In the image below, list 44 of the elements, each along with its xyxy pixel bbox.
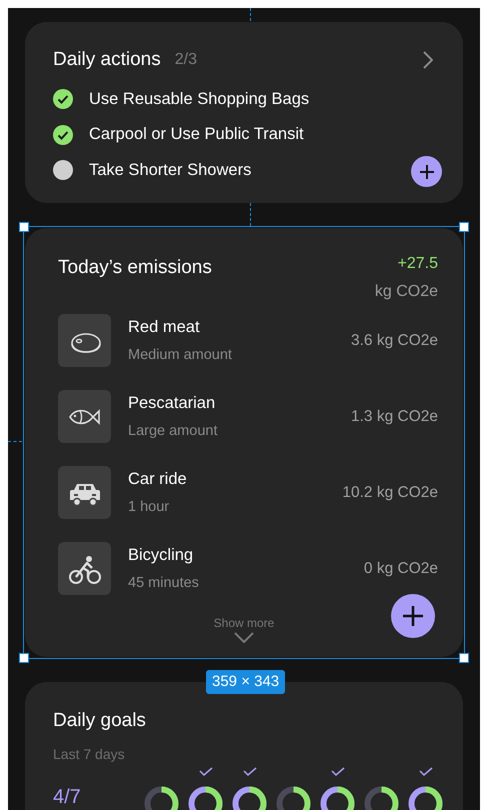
action-label: Use Reusable Shopping Bags	[89, 88, 310, 110]
show-more-link[interactable]: Show more	[214, 614, 274, 632]
chevron-down-icon[interactable]	[234, 632, 254, 643]
check-icon	[198, 766, 212, 776]
add-button[interactable]	[391, 594, 435, 638]
item-emissions: 10.2 kg CO2e	[342, 482, 438, 503]
item-name: Pescatarian	[128, 392, 216, 414]
item-detail: 1 hour	[128, 498, 170, 516]
subtitle: Last 7 days	[53, 744, 126, 764]
cyclist-icon	[68, 554, 102, 584]
checkbox[interactable]	[53, 124, 73, 145]
item-emissions: 3.6 kg CO2e	[350, 330, 438, 351]
resize-handle[interactable]	[19, 653, 29, 663]
item-name: Car ride	[128, 468, 187, 490]
resize-handle[interactable]	[459, 653, 469, 663]
goal-score: 4/7	[53, 784, 81, 808]
card-title: Daily actions	[53, 48, 161, 72]
check-icon	[242, 766, 256, 776]
progress-count: 2/3	[174, 50, 197, 70]
item-detail: 45 minutes	[128, 574, 199, 592]
item-emissions: 0 kg CO2e	[364, 558, 438, 579]
resize-handle[interactable]	[19, 222, 29, 232]
action-label: Carpool or Use Public Transit	[89, 124, 304, 146]
item-name: Red meat	[128, 316, 201, 338]
card-title: Today’s emissions	[58, 256, 212, 280]
fish-icon	[69, 406, 100, 426]
item-detail: Large amount	[128, 422, 218, 440]
resize-handle[interactable]	[459, 222, 469, 232]
checkbox[interactable]	[53, 160, 73, 180]
action-label: Take Shorter Showers	[89, 160, 252, 181]
check-icon	[330, 766, 344, 776]
item-emissions: 1.3 kg CO2e	[350, 406, 438, 427]
emissions-total: +27.5	[398, 254, 438, 274]
size-label: 359 × 343	[206, 670, 286, 694]
card-title: Daily goals	[53, 709, 147, 733]
check-icon	[418, 766, 432, 776]
unit-label: kg CO2e	[374, 282, 438, 302]
plus-icon	[402, 605, 424, 627]
checkbox[interactable]	[53, 88, 73, 109]
item-name: Bicycling	[128, 544, 194, 566]
chevron-right-icon[interactable]	[423, 51, 433, 70]
add-button[interactable]	[411, 156, 442, 187]
item-detail: Medium amount	[128, 346, 232, 364]
plus-icon	[418, 164, 434, 180]
